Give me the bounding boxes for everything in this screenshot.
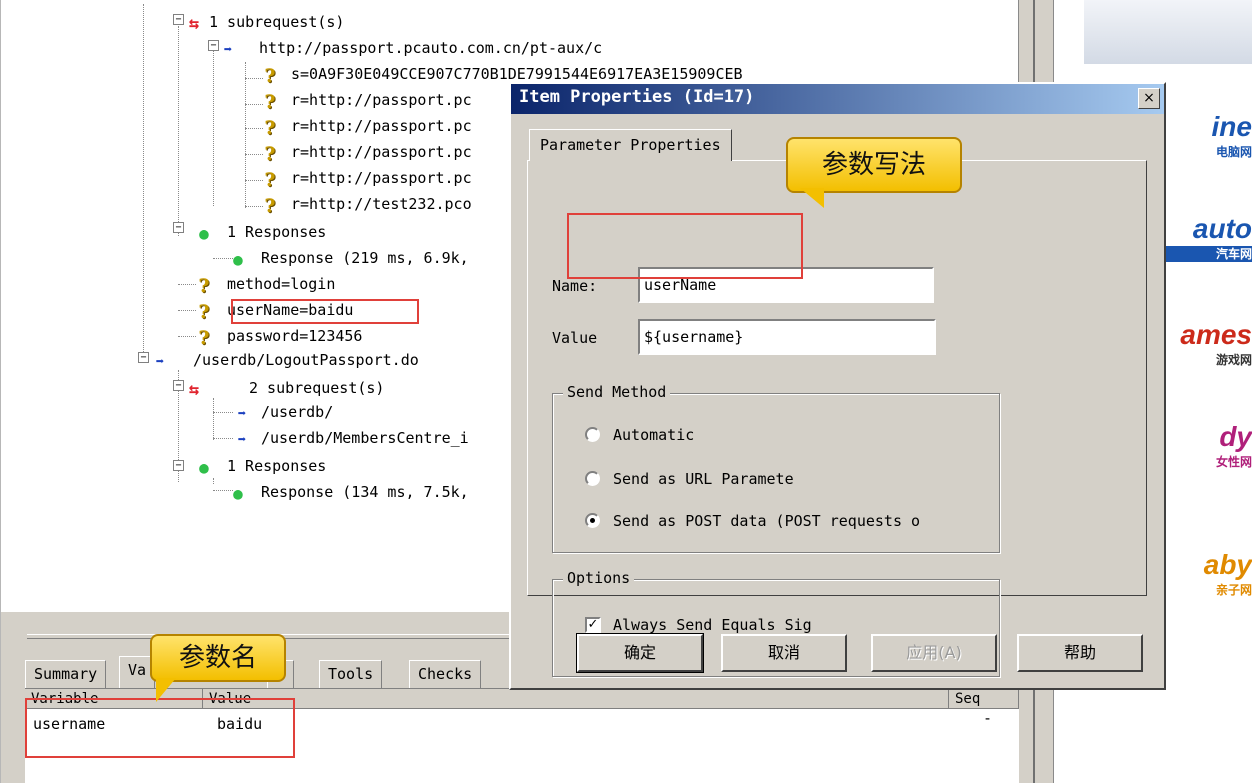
site-logo: auto 汽车网	[1164, 212, 1252, 274]
response-dot-icon: ●	[233, 484, 243, 503]
tab-checks[interactable]: Checks	[409, 660, 482, 688]
subrequest-icon: ⇆	[188, 14, 200, 34]
apply-button[interactable]: 应用(A)	[871, 634, 997, 672]
column-header-value[interactable]: Value	[203, 689, 949, 709]
radio-automatic[interactable]: Automatic	[585, 424, 985, 446]
value-field[interactable]: ${username}	[638, 319, 936, 355]
radio-button[interactable]	[585, 427, 600, 442]
checkbox-always-send-equals[interactable]: ✓ Always Send Equals Sig	[585, 614, 985, 636]
close-icon: ×	[1143, 90, 1155, 106]
radio-button[interactable]	[585, 471, 600, 486]
dialog-titlebar[interactable]: Item Properties (Id=17) ×	[511, 84, 1164, 114]
parameter-question-icon: ?	[198, 275, 210, 297]
callout-parameter-name: 参数名	[150, 634, 286, 682]
send-method-group: Send Method Automatic Send as URL Parame…	[552, 383, 1000, 553]
callout-parameter-syntax: 参数写法	[786, 137, 962, 193]
site-logo: dy 女性网	[1215, 421, 1252, 469]
request-arrow-icon: ➡	[237, 406, 247, 422]
collapse-responses-1[interactable]: −	[173, 222, 184, 233]
callout-tail	[156, 678, 176, 702]
highlight-username-param	[231, 299, 419, 324]
cancel-button[interactable]: 取消	[721, 634, 847, 672]
site-logo: ine 电脑网	[1211, 111, 1252, 159]
name-label: Name:	[552, 277, 598, 295]
ok-button[interactable]: 确定	[576, 633, 704, 673]
radio-send-post[interactable]: Send as POST data (POST requests o	[585, 510, 997, 532]
parameter-question-icon: ?	[198, 301, 210, 323]
site-logo: aby 亲子网	[1203, 549, 1252, 597]
request-arrow-icon: ➡	[155, 354, 165, 370]
radio-send-url[interactable]: Send as URL Paramete	[585, 468, 985, 490]
collapse-subrequests-2[interactable]: −	[173, 380, 184, 391]
page-banner	[1084, 0, 1252, 64]
request-arrow-icon: ➡	[237, 432, 247, 448]
tab-parameter-properties[interactable]: Parameter Properties	[529, 129, 732, 161]
checkmark-icon[interactable]: ✓	[585, 617, 601, 633]
request-arrow-icon: ➡	[223, 42, 233, 58]
highlight-name-value	[567, 213, 803, 279]
radio-button-selected[interactable]	[585, 513, 600, 528]
parameter-question-icon: ?	[264, 195, 276, 217]
help-button[interactable]: 帮助	[1017, 634, 1143, 672]
response-dot-icon: ●	[199, 458, 209, 477]
parameter-question-icon: ?	[264, 117, 276, 139]
parameter-question-icon: ?	[264, 169, 276, 191]
site-logo: ames 游戏网	[1180, 319, 1252, 367]
collapse-logout[interactable]: −	[138, 352, 149, 363]
collapse-responses-2[interactable]: −	[173, 460, 184, 471]
response-dot-icon: ●	[233, 250, 243, 269]
parameter-question-icon: ?	[264, 143, 276, 165]
value-label: Value	[552, 329, 598, 347]
parameter-question-icon: ?	[264, 91, 276, 113]
tab-tools[interactable]: Tools	[319, 660, 383, 688]
variable-seq-cell: -	[983, 709, 993, 727]
callout-tail	[800, 188, 824, 208]
column-header-seq[interactable]: Seq	[949, 689, 1019, 709]
subrequest-icon: ⇆	[188, 380, 200, 400]
parameter-question-icon: ?	[198, 327, 210, 349]
highlight-variable-row	[25, 698, 295, 758]
response-dot-icon: ●	[199, 224, 209, 243]
parameter-question-icon: ?	[264, 65, 276, 87]
close-button[interactable]: ×	[1138, 88, 1160, 109]
tab-summary[interactable]: Summary	[25, 660, 107, 688]
collapse-subrequests-1[interactable]: −	[173, 14, 184, 25]
collapse-url-1[interactable]: −	[208, 40, 219, 51]
